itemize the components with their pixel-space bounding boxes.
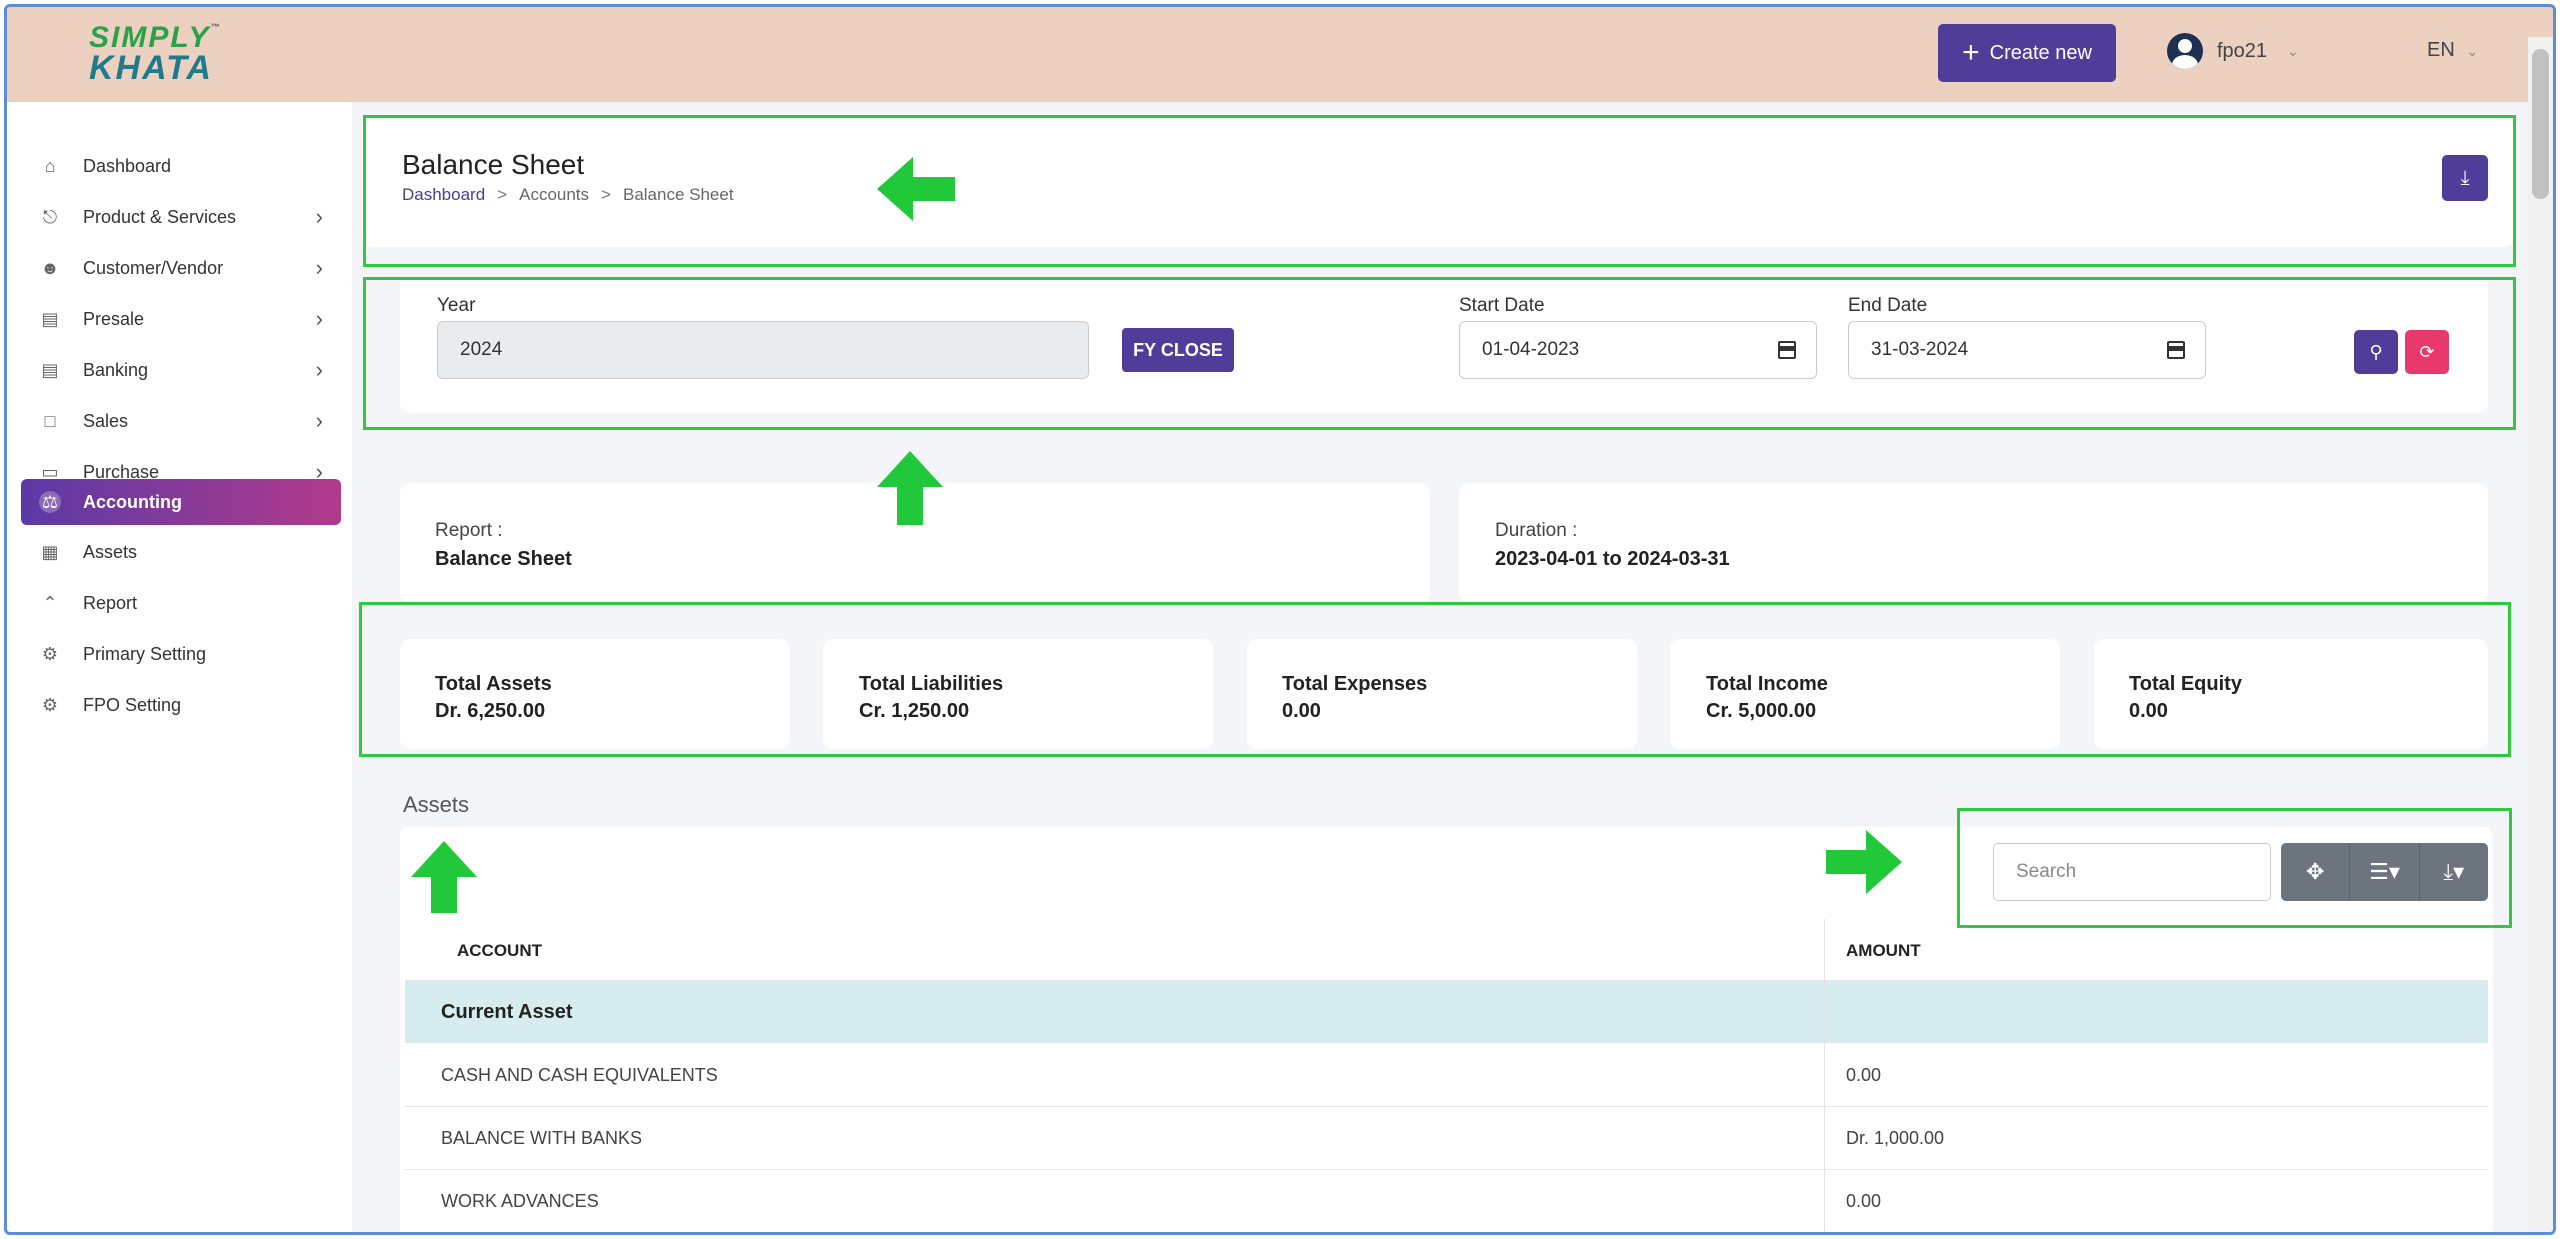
chevron-right-icon: › <box>315 357 323 382</box>
table-row[interactable]: WORK ADVANCES 0.00 <box>405 1171 2488 1232</box>
group-label: Current Asset <box>441 1001 573 1023</box>
cell-account: BALANCE WITH BANKS <box>441 1128 643 1148</box>
language-selector[interactable]: EN ⌄ <box>2427 39 2478 62</box>
cell-amount: Dr. 1,000.00 <box>1846 1128 1945 1148</box>
app-window: SIMPLY™ KHATA + Create new fpo21 ⌄ EN ⌄ … <box>4 4 2556 1235</box>
logo-tm: ™ <box>210 22 222 32</box>
settings-icon: ⚙ <box>41 643 59 664</box>
scrollbar-thumb[interactable] <box>2532 49 2549 199</box>
highlight-box-stats <box>359 602 2511 757</box>
sidebar-item-label: Banking <box>83 359 149 380</box>
assets-section-title: Assets <box>403 792 470 817</box>
sidebar-item-label: Presale <box>83 308 145 329</box>
home-icon: ⌂ <box>44 155 56 176</box>
report-label: Report : <box>435 520 503 541</box>
sidebar-item-label: Report <box>83 592 138 613</box>
user-name: fpo21 <box>2217 39 2268 62</box>
top-bar: SIMPLY™ KHATA + Create new fpo21 ⌄ EN ⌄ <box>7 7 2553 102</box>
duration-card <box>1459 483 2488 603</box>
sidebar-item-label: Primary Setting <box>83 643 207 664</box>
chevron-right-icon: › <box>315 255 323 280</box>
table-header: ACCOUNT AMOUNT <box>405 919 2488 981</box>
user-menu[interactable]: fpo21 ⌄ <box>2167 33 2299 69</box>
sidebar-item-label: Assets <box>83 541 138 562</box>
chevron-right-icon: › <box>315 408 323 433</box>
sidebar-item-label: Customer/Vendor <box>83 257 224 278</box>
sidebar-item-sales[interactable]: □ Sales › <box>21 399 341 443</box>
sidebar-item-label: Dashboard <box>83 155 172 176</box>
highlight-box-title <box>363 115 2516 267</box>
create-new-label: Create new <box>1989 41 2092 64</box>
chevron-down-icon: ⌄ <box>2466 43 2479 59</box>
create-new-button[interactable]: + Create new <box>1938 24 2116 82</box>
arrow-up-icon <box>411 841 477 913</box>
table-group-row: Current Asset <box>405 981 2488 1043</box>
arrow-left-icon <box>877 157 955 221</box>
sidebar-item-primary-setting[interactable]: ⚙ Primary Setting <box>21 632 341 676</box>
chevron-right-icon: › <box>315 204 323 229</box>
sidebar-item-customer-vendor[interactable]: ☻ Customer/Vendor › <box>21 246 341 290</box>
document-icon: □ <box>44 410 56 431</box>
sidebar-item-assets[interactable]: ▦ Assets <box>21 530 341 574</box>
bank-icon: ▤ <box>41 359 59 380</box>
page-scrollbar[interactable] <box>2528 37 2553 1232</box>
avatar-icon <box>2167 33 2203 69</box>
sidebar-item-label: Product & Services <box>83 206 237 227</box>
table-row[interactable]: CASH AND CASH EQUIVALENTS 0.00 <box>405 1045 2488 1107</box>
column-header-account[interactable]: ACCOUNT <box>457 941 542 961</box>
plus-icon: + <box>1962 36 1980 69</box>
chart-icon: ⌃ <box>42 592 58 613</box>
sidebar-item-label: Sales <box>83 410 129 431</box>
logo-line2: KHATA <box>89 49 213 87</box>
language-label: EN <box>2427 39 2455 61</box>
calculator-icon: ▦ <box>41 541 59 562</box>
cell-account: WORK ADVANCES <box>441 1191 599 1211</box>
logo[interactable]: SIMPLY™ KHATA <box>89 22 222 87</box>
table-row[interactable]: BALANCE WITH BANKS Dr. 1,000.00 <box>405 1108 2488 1170</box>
sidebar-item-report[interactable]: ⌃ Report <box>21 581 341 625</box>
sidebar-item-label: FPO Setting <box>83 694 182 715</box>
column-header-amount[interactable]: AMOUNT <box>1846 941 1921 961</box>
report-value: Balance Sheet <box>435 548 572 570</box>
duration-label: Duration : <box>1495 520 1578 541</box>
chevron-right-icon: › <box>315 306 323 331</box>
duration-value: 2023-04-01 to 2024-03-31 <box>1495 548 1730 570</box>
cell-amount: 0.00 <box>1846 1065 1882 1085</box>
sidebar-item-product-services[interactable]: ⎋ Product & Services › <box>21 195 341 239</box>
sidebar-item-presale[interactable]: ▤ Presale › <box>21 297 341 341</box>
sidebar-item-accounting[interactable]: ⚖ Accounting <box>21 479 341 525</box>
sidebar-item-banking[interactable]: ▤ Banking › <box>21 348 341 392</box>
chevron-down-icon: ⌄ <box>2287 42 2299 59</box>
arrow-up-icon <box>877 451 943 525</box>
arrow-right-icon <box>1826 830 1902 894</box>
highlight-box-filters <box>363 277 2516 430</box>
sidebar: ⌂ Dashboard ⎋ Product & Services › ☻ Cus… <box>7 102 352 1232</box>
cell-account: CASH AND CASH EQUIVALENTS <box>441 1065 718 1085</box>
user-plus-icon: ☻ <box>40 257 60 278</box>
highlight-box-toolbar <box>1957 808 2512 928</box>
sidebar-item-fpo-setting[interactable]: ⚙ FPO Setting <box>21 683 341 727</box>
column-divider <box>1824 919 1825 1232</box>
sidebar-item-dashboard[interactable]: ⌂ Dashboard <box>21 144 341 188</box>
bank-icon: ▤ <box>41 308 59 329</box>
sidebar-item-label: Accounting <box>83 491 182 512</box>
scale-icon: ⚖ <box>39 491 61 513</box>
cart-icon: ⎋ <box>42 206 58 227</box>
cell-amount: 0.00 <box>1846 1191 1882 1211</box>
gear-icon: ⚙ <box>41 694 59 715</box>
